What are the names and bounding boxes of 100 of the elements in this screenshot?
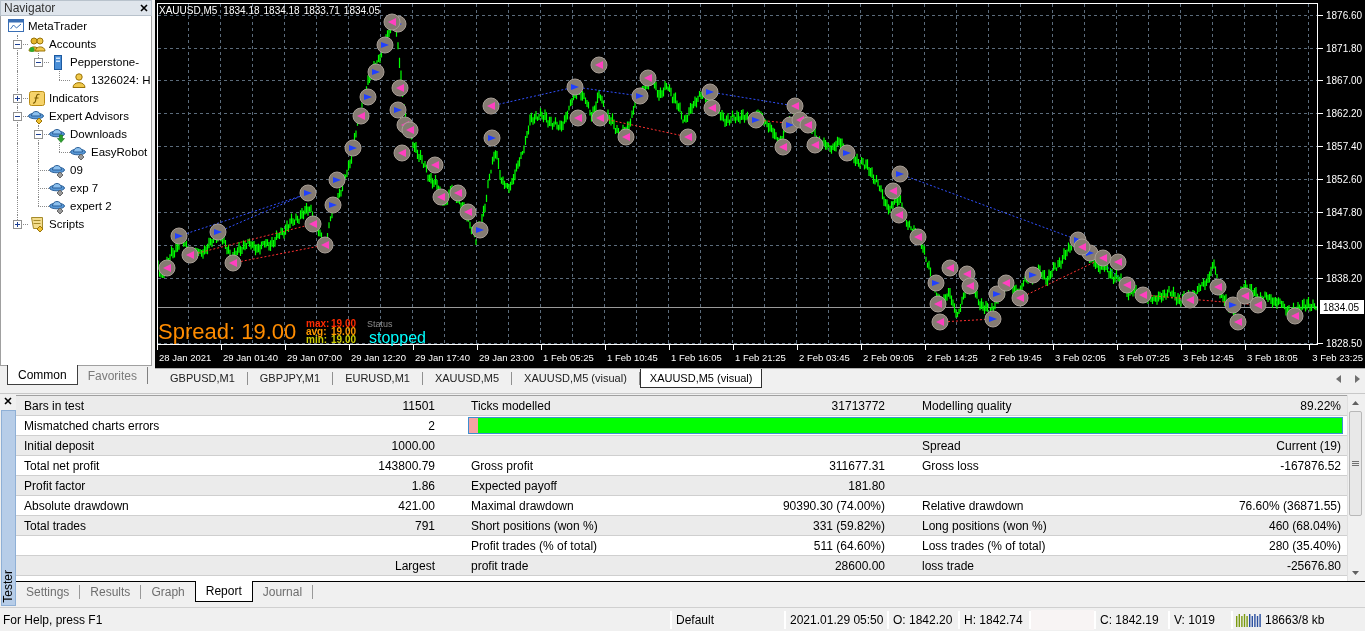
navigator-item[interactable]: 1326024: H — [91, 72, 151, 88]
price-label: 1862.20 — [1326, 108, 1363, 119]
time-label: 3 Feb 23:25 — [1312, 352, 1363, 363]
panel-tab[interactable]: Graph — [141, 582, 195, 601]
scrollbar-thumb[interactable] — [1348, 411, 1362, 516]
price-label: 1867.00 — [1326, 75, 1363, 86]
close-icon[interactable] — [140, 4, 148, 12]
scrollbar[interactable] — [1347, 395, 1362, 581]
navigator-item[interactable]: Scripts — [49, 216, 85, 232]
spread-stat-label: min: — [306, 336, 329, 344]
panel-tab[interactable]: Results — [80, 582, 141, 601]
chart-tab[interactable]: GBPJPY,M1 — [247, 369, 333, 388]
report-value: 280 (35.40%) — [1268, 538, 1341, 553]
report-label: Modelling quality — [922, 398, 1012, 413]
panel-tab[interactable]: Report — [194, 581, 253, 602]
expand-toggle[interactable] — [13, 220, 22, 229]
report-value: 89.22% — [1300, 398, 1341, 413]
chart-symbol: XAUUSD,M5 — [159, 5, 218, 16]
report-label: Ticks modelled — [471, 398, 551, 413]
panel-tab[interactable]: Settings — [16, 582, 80, 601]
chart-tab[interactable]: XAUUSD,M5 (visual) — [639, 369, 763, 388]
spread-stat-value: 19.00 — [331, 320, 357, 328]
report-value: 31713772 — [831, 398, 885, 413]
time-label: 3 Feb 18:05 — [1247, 352, 1298, 363]
report-value: 421.00 — [398, 498, 435, 513]
report-label: Expected payoff — [471, 478, 557, 493]
price-value: 1834.18 — [263, 5, 300, 16]
person-icon — [70, 71, 88, 89]
navigator-item[interactable]: 09 — [70, 162, 83, 178]
time-label: 1 Feb 21:25 — [735, 352, 786, 363]
collapse-toggle[interactable] — [34, 130, 43, 139]
report-label: Total trades — [24, 518, 87, 533]
navigator-item[interactable]: Accounts — [49, 36, 97, 52]
report-label: Absolute drawdown — [24, 498, 129, 513]
time-label: 28 Jan 2021 — [159, 352, 212, 363]
collapse-toggle[interactable] — [13, 112, 22, 121]
navigator-item[interactable]: exp 7 — [70, 180, 99, 196]
report-label: Relative drawdown — [922, 498, 1024, 513]
scroll-left-icon[interactable] — [1336, 375, 1341, 383]
report-value: 76.60% (36871.55) — [1238, 498, 1341, 513]
navigator-item[interactable]: Downloads — [70, 126, 127, 142]
navigator-item[interactable]: Expert Advisors — [49, 108, 129, 124]
report-label: Spread — [922, 438, 961, 453]
close-icon[interactable] — [4, 397, 12, 405]
report-value: 90390.30 (74.00%) — [782, 498, 885, 513]
scroll-right-icon[interactable] — [1355, 375, 1360, 383]
navigator-item[interactable]: Indicators — [49, 90, 99, 106]
time-label: 1 Feb 10:45 — [607, 352, 658, 363]
people-icon — [28, 35, 46, 53]
panel-title: Navigator — [4, 1, 56, 15]
price-label: 1828.50 — [1326, 338, 1363, 349]
report-value: 181.80 — [848, 478, 885, 493]
spread-stat-label: avg: — [306, 328, 327, 336]
panel-side-tab[interactable]: Tester — [0, 410, 16, 606]
spread-stat-value: 19.00 — [331, 336, 357, 344]
report-value: Largest — [394, 558, 435, 573]
collapse-toggle[interactable] — [34, 58, 43, 67]
time-label: 3 Feb 02:05 — [1055, 352, 1106, 363]
plus-icon — [15, 96, 20, 101]
scroll-down-icon[interactable] — [1351, 571, 1359, 575]
navigator-item[interactable]: EasyRobot — [91, 144, 148, 160]
time-label: 2 Feb 03:45 — [799, 352, 850, 363]
report-value: 511 (64.60%) — [813, 538, 885, 553]
chart-tab[interactable]: XAUUSD,M5 (visual) — [512, 369, 639, 388]
panel-tab[interactable]: Common — [7, 365, 78, 385]
price-label: 1843.00 — [1326, 240, 1363, 251]
plus-icon — [15, 222, 20, 227]
price-label: 1847.80 — [1326, 207, 1363, 218]
connection-bars-icon — [1236, 612, 1262, 627]
report-value: Current (19) — [1276, 438, 1341, 453]
navigator-item[interactable]: Pepperstone- — [70, 54, 140, 70]
current-price-label: 1834.05 — [1320, 300, 1364, 314]
status-text: 2021.01.29 05:50 — [790, 611, 884, 629]
report-label: Profit factor — [24, 478, 86, 493]
minus-icon — [15, 114, 20, 119]
navigator-item[interactable]: expert 2 — [70, 198, 112, 214]
report-label: Initial deposit — [24, 438, 95, 453]
minus-icon — [36, 132, 41, 137]
report-value: 331 (59.82%) — [812, 518, 885, 533]
minus-icon — [36, 60, 41, 65]
report-label: Gross loss — [922, 458, 979, 473]
chart-tab[interactable]: EURUSD,M1 — [333, 369, 422, 388]
status-text: Default — [676, 611, 715, 629]
scroll-up-icon[interactable] — [1351, 401, 1359, 405]
scroll-icon — [28, 215, 46, 233]
expand-toggle[interactable] — [13, 94, 22, 103]
time-label: 29 Jan 01:40 — [223, 352, 278, 363]
chart-tab[interactable]: GBPUSD,M1 — [158, 369, 247, 388]
panel-tab[interactable]: Journal — [252, 582, 313, 601]
price-label: 1871.80 — [1326, 43, 1363, 54]
time-label: 3 Feb 12:45 — [1183, 352, 1234, 363]
price-value: 1833.71 — [303, 5, 340, 16]
time-label: 2 Feb 19:45 — [991, 352, 1042, 363]
collapse-toggle[interactable] — [13, 40, 22, 49]
time-label: 3 Feb 07:25 — [1119, 352, 1170, 363]
navigator-item[interactable]: MetaTrader — [28, 18, 87, 34]
chart-tab[interactable]: XAUUSD,M5 — [422, 369, 512, 388]
minus-icon — [15, 42, 20, 47]
panel-tab[interactable]: Favorites — [77, 367, 149, 384]
spread-stat-label: max: — [306, 320, 331, 328]
